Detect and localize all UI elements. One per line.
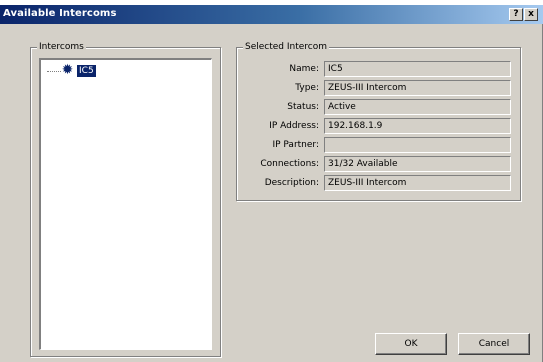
- name-label: Name:: [289, 64, 319, 74]
- field-row-status: Status: Active: [237, 99, 517, 116]
- cancel-button[interactable]: Cancel: [458, 333, 530, 355]
- field-row-type: Type: ZEUS-III Intercom: [237, 80, 517, 97]
- field-row-ip-partner: IP Partner:: [237, 137, 517, 154]
- name-field: IC5: [324, 61, 511, 77]
- field-row-connections: Connections: 31/32 Available: [237, 156, 517, 173]
- window-title: Available Intercoms: [3, 8, 117, 19]
- description-field: ZEUS-III Intercom: [324, 175, 511, 191]
- ip-address-label: IP Address:: [269, 121, 319, 131]
- field-row-name: Name: IC5: [237, 61, 517, 78]
- tree-connector: [47, 71, 61, 72]
- description-label: Description:: [264, 178, 319, 188]
- type-field: ZEUS-III Intercom: [324, 80, 511, 96]
- intercom-tree[interactable]: ✹ IC5: [39, 58, 212, 350]
- selected-group-title: Selected Intercom: [243, 42, 330, 53]
- field-row-ip-address: IP Address: 192.168.1.9: [237, 118, 517, 135]
- type-label: Type:: [295, 83, 319, 93]
- connections-label: Connections:: [260, 159, 319, 169]
- connections-field: 31/32 Available: [324, 156, 511, 172]
- title-bar[interactable]: Available Intercoms ? x: [0, 5, 543, 24]
- dialog-window: Available Intercoms ? x Intercoms ✹ IC5 …: [0, 5, 543, 362]
- selected-intercom-groupbox: Selected Intercom Name: IC5 Type: ZEUS-I…: [236, 42, 521, 201]
- tree-item-ic5[interactable]: IC5: [77, 65, 96, 77]
- intercoms-group-title: Intercoms: [37, 42, 86, 53]
- intercoms-groupbox: Intercoms ✹ IC5: [30, 42, 221, 357]
- status-field: Active: [324, 99, 511, 115]
- field-row-description: Description: ZEUS-III Intercom: [237, 175, 517, 192]
- close-button[interactable]: x: [524, 8, 538, 21]
- help-button[interactable]: ?: [509, 8, 523, 21]
- gear-icon: ✹: [61, 62, 74, 78]
- ip-address-field: 192.168.1.9: [324, 118, 511, 134]
- ip-partner-label: IP Partner:: [272, 140, 319, 150]
- ok-button[interactable]: OK: [375, 333, 447, 355]
- status-label: Status:: [287, 102, 319, 112]
- ip-partner-field: [324, 137, 511, 153]
